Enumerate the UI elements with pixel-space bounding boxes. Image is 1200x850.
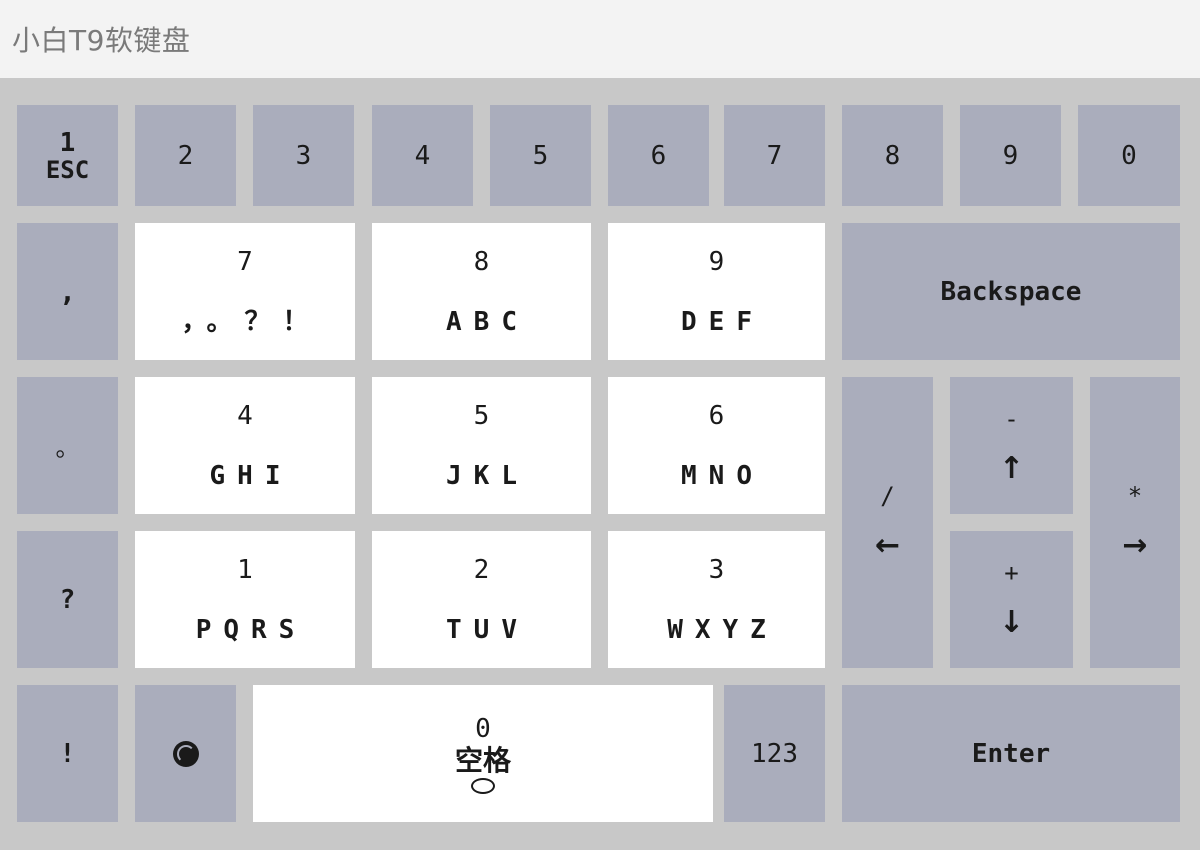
enter-label: Enter	[971, 738, 1051, 769]
space-key-num: 0	[475, 713, 491, 744]
right-arrow-key[interactable]: * →	[1090, 377, 1180, 668]
speech-bubble-icon	[471, 777, 495, 794]
key-question[interactable]: ?	[17, 531, 118, 668]
key-6-label: 6	[650, 140, 667, 171]
key-5-label: 5	[532, 140, 549, 171]
key-4[interactable]: 4	[372, 105, 473, 206]
key-3[interactable]: 3	[253, 105, 354, 206]
t9-key-4-letters: GHI	[209, 460, 293, 491]
window-title: 小白T9软键盘	[12, 24, 191, 57]
key-6[interactable]: 6	[608, 105, 709, 206]
title-bar: 小白T9软键盘	[0, 0, 1200, 78]
t9-key-7-num: 7	[237, 246, 253, 277]
language-switch-key[interactable]	[135, 685, 236, 822]
t9-key-5-letters: JKL	[446, 460, 529, 491]
key-period-label: 。	[55, 434, 80, 462]
t9-key-2-num: 2	[473, 554, 490, 585]
t9-key-4[interactable]: 4 GHI	[135, 377, 355, 514]
down-arrow-key[interactable]: + ↓	[950, 531, 1073, 668]
key-exclaim-label: !	[59, 738, 76, 769]
globe-icon	[172, 740, 199, 767]
t9-key-5-num: 5	[473, 400, 490, 431]
numeric-mode-key[interactable]: 123	[724, 685, 825, 822]
t9-key-3-num: 3	[708, 554, 725, 585]
key-4-label: 4	[414, 140, 431, 171]
key-question-label: ?	[59, 584, 76, 615]
t9-key-3-letters: WXYZ	[667, 614, 778, 645]
key-3-label: 3	[295, 140, 312, 171]
enter-key[interactable]: Enter	[842, 685, 1180, 822]
t9-key-2[interactable]: 2 TUV	[372, 531, 591, 668]
key-9[interactable]: 9	[960, 105, 1061, 206]
key-exclaim[interactable]: !	[17, 685, 118, 822]
left-key-symbol: /	[880, 482, 895, 510]
right-key-symbol: *	[1127, 482, 1143, 510]
t9-key-1-num: 1	[237, 554, 253, 585]
key-1-esc-label: ESC	[45, 155, 90, 184]
right-arrow-icon: →	[1122, 528, 1148, 563]
key-2-label: 2	[177, 140, 194, 171]
t9-key-9[interactable]: 9 DEF	[608, 223, 825, 360]
key-comma-label: ,	[59, 274, 76, 308]
key-period[interactable]: 。	[17, 377, 118, 514]
numeric-mode-label: 123	[751, 738, 798, 769]
up-key-symbol: -	[1004, 405, 1019, 433]
t9-key-9-letters: DEF	[681, 306, 764, 337]
backspace-key[interactable]: Backspace	[842, 223, 1180, 360]
key-7-label: 7	[766, 140, 783, 171]
t9-key-8-num: 8	[473, 246, 490, 277]
t9-key-1-letters: PQRS	[195, 614, 307, 645]
key-9-label: 9	[1002, 140, 1019, 171]
key-2[interactable]: 2	[135, 105, 236, 206]
t9-key-5[interactable]: 5 JKL	[372, 377, 591, 514]
t9-key-6[interactable]: 6 MNO	[608, 377, 825, 514]
key-8-label: 8	[884, 140, 901, 171]
key-8[interactable]: 8	[842, 105, 943, 206]
t9-key-1[interactable]: 1 PQRS	[135, 531, 355, 668]
key-1-esc-num: 1	[59, 127, 76, 158]
t9-key-8[interactable]: 8 ABC	[372, 223, 591, 360]
left-arrow-key[interactable]: / ←	[842, 377, 933, 668]
space-key-label: 空格	[454, 743, 511, 777]
key-0-label: 0	[1121, 140, 1137, 171]
down-arrow-icon: ↓	[998, 605, 1025, 640]
t9-key-9-num: 9	[708, 246, 725, 277]
key-1-esc[interactable]: 1 ESC	[17, 105, 118, 206]
t9-key-6-letters: MNO	[681, 460, 764, 491]
up-arrow-icon: ↑	[998, 451, 1025, 486]
left-arrow-icon: ←	[874, 528, 901, 563]
key-5[interactable]: 5	[490, 105, 591, 206]
up-arrow-key[interactable]: - ↑	[950, 377, 1073, 514]
down-key-symbol: +	[1004, 559, 1019, 587]
t9-key-2-letters: TUV	[446, 614, 529, 645]
key-0[interactable]: 0	[1078, 105, 1180, 206]
t9-key-7[interactable]: 7 ，。？！	[135, 223, 355, 360]
t9-key-4-num: 4	[237, 400, 253, 431]
key-comma[interactable]: ,	[17, 223, 118, 360]
space-key[interactable]: 0 空格	[253, 685, 713, 822]
t9-key-8-letters: ABC	[446, 306, 529, 337]
t9-key-7-letters: ，。？！	[181, 306, 321, 337]
t9-key-6-num: 6	[708, 400, 725, 431]
t9-key-3[interactable]: 3 WXYZ	[608, 531, 825, 668]
key-7[interactable]: 7	[724, 105, 825, 206]
backspace-label: Backspace	[940, 276, 1082, 307]
